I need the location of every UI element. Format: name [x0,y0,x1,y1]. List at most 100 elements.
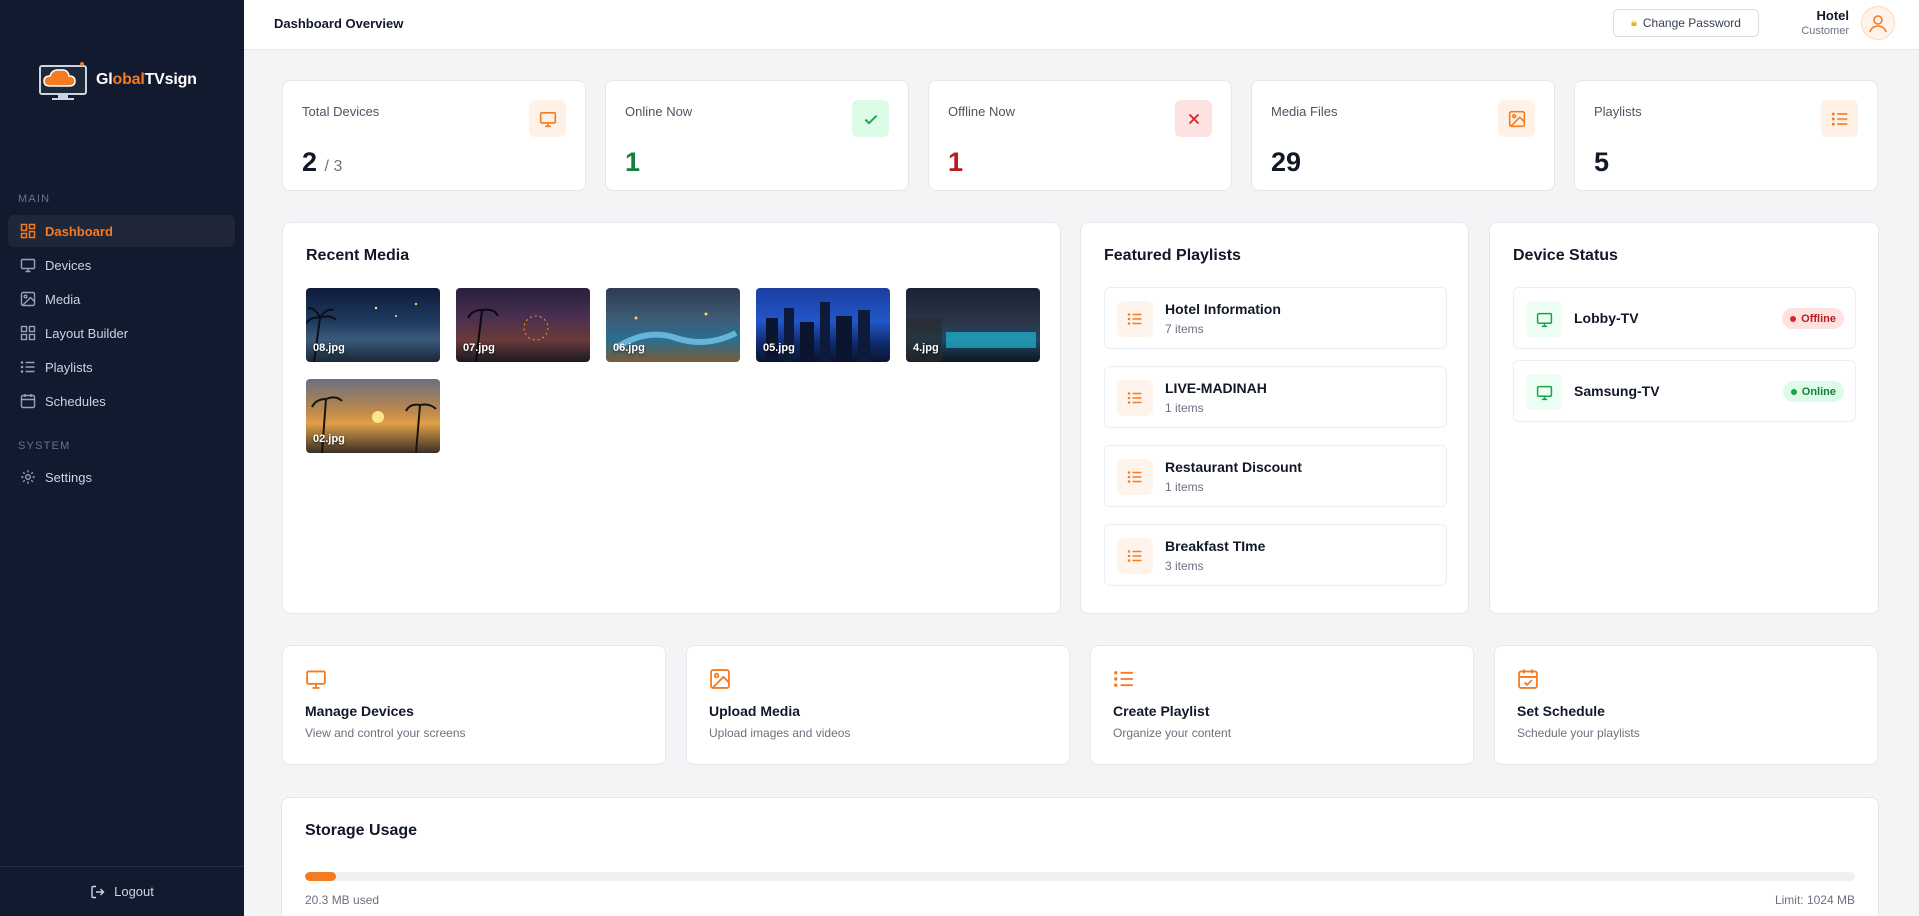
stat-value: 29 [1271,147,1302,177]
playlist-name: Breakfast TIme [1165,538,1266,554]
storage-used-text: 20.3 MB used [305,893,380,907]
stat-value: 1 [948,147,964,177]
storage-usage-panel: Storage Usage 20.3 MB used Limit: 1024 M… [281,797,1879,916]
playlist-name: Hotel Information [1165,301,1281,317]
storage-limit-text: Limit: 1024 MB [1774,893,1855,907]
media-filename: 07.jpg [463,342,495,354]
stat-value: 1 [625,147,641,177]
sidebar-item-label: Layout Builder [45,325,129,341]
sidebar-item-devices[interactable]: Devices [8,249,235,281]
user-role: Customer [1801,25,1849,37]
playlist-count: 1 items [1165,480,1204,494]
stat-label: Media Files [1271,104,1338,119]
sidebar-item-label: Schedules [45,393,106,409]
lock-icon: 🔒︎ [1631,16,1637,29]
quick-action-desc: Upload images and videos [709,726,851,740]
top-header: Dashboard Overview 🔒︎ Change Password Ho… [244,0,1919,50]
dashboard-icon [20,223,36,239]
list-icon [1821,100,1858,137]
media-filename: 05.jpg [763,342,795,354]
monitor-icon [529,100,566,137]
playlist-item[interactable]: Restaurant Discount 1 items [1104,445,1447,507]
image-icon [20,291,36,307]
sidebar-item-playlists[interactable]: Playlists [8,351,235,383]
image-icon [1498,100,1535,137]
close-icon [1175,100,1212,137]
status-badge: Online [1782,381,1844,402]
device-item[interactable]: Samsung-TV Online [1513,360,1856,422]
list-icon [1117,301,1153,337]
quick-action-upload-media[interactable]: Upload Media Upload images and videos [686,645,1070,765]
quick-action-title: Manage Devices [305,703,414,719]
quick-action-set-schedule[interactable]: Set Schedule Schedule your playlists [1494,645,1878,765]
playlist-count: 3 items [1165,559,1204,573]
playlist-item[interactable]: Hotel Information 7 items [1104,287,1447,349]
stat-card-total-devices: Total Devices 2 / 3 [282,80,586,191]
logout-button[interactable]: Logout [0,866,244,916]
sidebar-item-media[interactable]: Media [8,283,235,315]
quick-action-title: Create Playlist [1113,703,1210,719]
list-icon [1117,459,1153,495]
playlist-name: LIVE-MADINAH [1165,380,1267,396]
media-thumbnail[interactable]: 07.jpg [456,288,590,362]
stat-label: Total Devices [302,104,380,119]
playlist-item[interactable]: Breakfast TIme 3 items [1104,524,1447,586]
sidebar-item-settings[interactable]: Settings [8,461,235,493]
playlist-item[interactable]: LIVE-MADINAH 1 items [1104,366,1447,428]
media-thumbnail[interactable]: 05.jpg [756,288,890,362]
sidebar-item-schedules[interactable]: Schedules [8,385,235,417]
change-password-label: Change Password [1642,16,1741,30]
quick-action-desc: View and control your screens [305,726,466,740]
sidebar-item-label: Media [45,291,81,307]
calendar-check-icon [1517,668,1539,690]
nav-section-main: MAIN [18,193,51,205]
playlist-count: 7 items [1165,322,1204,336]
user-name: Hotel [1816,8,1850,23]
tv-cloud-logo-icon [36,58,92,102]
grid-icon [20,325,36,341]
quick-action-create-playlist[interactable]: Create Playlist Organize your content [1090,645,1474,765]
brand-logo[interactable]: GlobalTVsign [36,56,206,104]
recent-media-panel: Recent Media 08.jpg 07.jpg 06.jpg 05.jpg… [282,222,1061,614]
avatar[interactable] [1861,6,1895,40]
monitor-icon [1526,301,1562,337]
brand-name: GlobalTVsign [96,71,197,88]
sidebar-item-dashboard[interactable]: Dashboard [8,215,235,247]
quick-action-desc: Schedule your playlists [1517,726,1640,740]
quick-action-title: Upload Media [709,703,801,719]
media-thumbnail[interactable]: 4.jpg [906,288,1040,362]
stat-value: 5 [1594,147,1610,177]
image-icon [709,668,731,690]
status-badge: Offline [1782,308,1844,329]
recent-media-title: Recent Media [306,247,410,264]
device-name: Lobby-TV [1574,310,1639,326]
stat-label: Playlists [1594,104,1642,119]
sidebar-item-label: Playlists [45,359,93,375]
sidebar: GlobalTVsign MAIN Dashboard Devices Medi… [0,0,244,916]
media-filename: 4.jpg [913,342,939,354]
stat-card-online-now: Online Now 1 [605,80,909,191]
quick-action-manage-devices[interactable]: Manage Devices View and control your scr… [282,645,666,765]
sidebar-item-label: Devices [45,257,92,273]
media-thumbnail[interactable]: 06.jpg [606,288,740,362]
monitor-icon [305,668,327,690]
media-thumbnail[interactable]: 08.jpg [306,288,440,362]
media-filename: 06.jpg [613,342,645,354]
user-icon [1869,15,1887,33]
storage-progress-bar [305,872,1855,881]
featured-playlists-title: Featured Playlists [1104,247,1241,264]
quick-action-desc: Organize your content [1113,726,1232,740]
stat-card-media-files: Media Files 29 [1251,80,1555,191]
media-thumbnail[interactable]: 02.jpg [306,379,440,453]
change-password-button[interactable]: 🔒︎ Change Password [1613,9,1759,37]
stat-value: 2 / 3 [302,147,343,177]
storage-progress-fill [305,872,336,881]
stat-label: Offline Now [948,104,1015,119]
device-item[interactable]: Lobby-TV Offline [1513,287,1856,349]
check-icon [852,100,889,137]
list-icon [1117,538,1153,574]
media-filename: 08.jpg [313,342,345,354]
playlist-count: 1 items [1165,401,1204,415]
sidebar-item-layout-builder[interactable]: Layout Builder [8,317,235,349]
device-status-panel: Device Status Lobby-TV Offline Samsung-T… [1489,222,1879,614]
